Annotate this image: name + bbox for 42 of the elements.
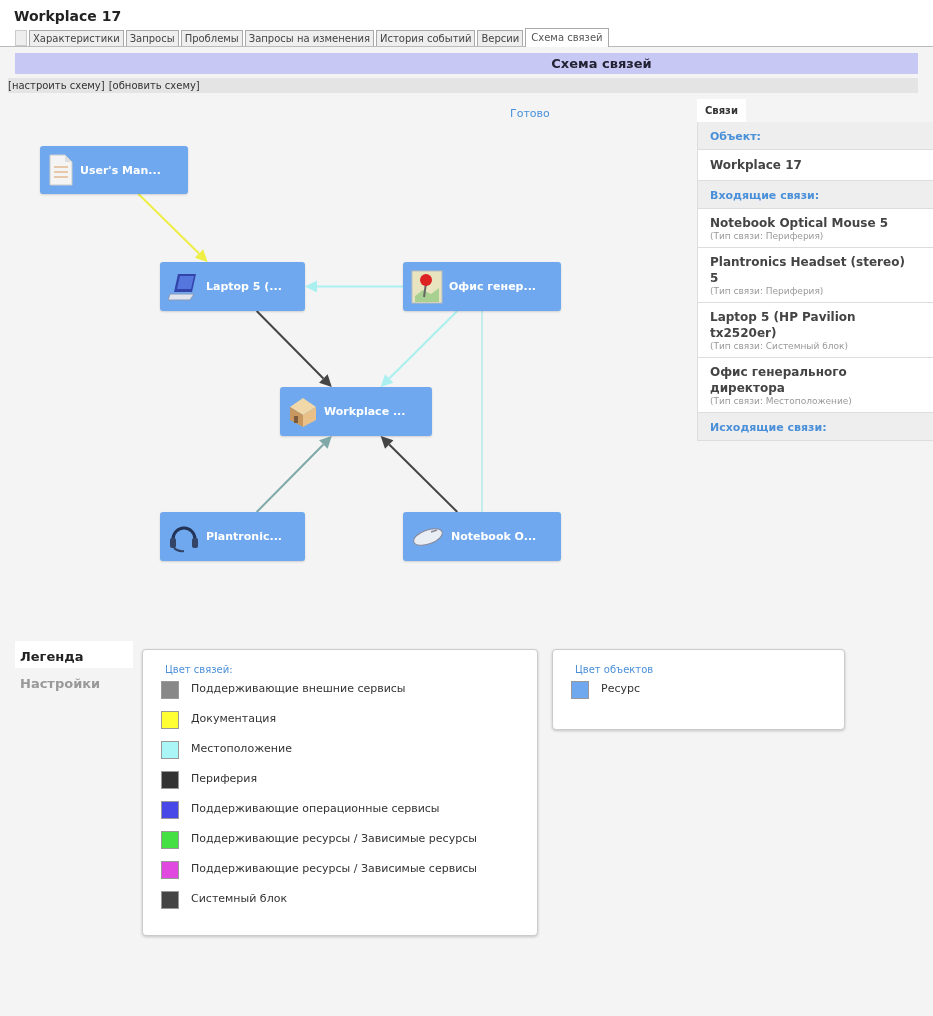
house-icon xyxy=(288,395,318,428)
tab[interactable]: Схема связей xyxy=(525,28,609,47)
section-heading: Объект: xyxy=(698,122,933,150)
legend-label: Периферия xyxy=(191,771,259,787)
legend-heading: Цвет объектов xyxy=(575,664,655,675)
relation-name[interactable]: Офис генерального директора xyxy=(710,364,921,396)
legend-label: Поддерживающие ресурсы / Зависимые сервисы xyxy=(191,861,479,877)
tab[interactable]: Версии xyxy=(477,30,524,46)
mouse-icon xyxy=(411,525,445,548)
legend-label: Местоположение xyxy=(191,741,293,757)
legend-label: Системный блок xyxy=(191,891,289,907)
tab[interactable]: Характеристики xyxy=(29,30,124,46)
tab[interactable]: Запросы xyxy=(125,30,179,46)
relation-type: (Тип связи: Периферия) xyxy=(710,286,825,296)
relation-type: (Тип связи: Системный блок) xyxy=(710,341,849,351)
relation-type: (Тип связи: Местоположение) xyxy=(710,396,853,406)
window-title: Workplace 17 xyxy=(0,0,933,26)
legend-label: Поддерживающие ресурсы / Зависимые ресурсы xyxy=(191,831,478,847)
map-pin-icon xyxy=(411,269,443,304)
tab-scroll-stub xyxy=(15,30,27,46)
section-title: Схема связей xyxy=(551,56,652,71)
panel-tab[interactable]: Связи xyxy=(697,99,746,122)
tab[interactable]: Проблемы xyxy=(180,30,243,46)
toolbar-link[interactable]: [обновить схему] xyxy=(108,80,200,91)
tab[interactable]: История событий xyxy=(376,30,476,46)
relation-name[interactable]: Plantronics Headset (stereo) 5 xyxy=(710,254,921,286)
side-tab[interactable]: Легенда xyxy=(15,641,133,668)
legend-heading: Цвет связей: xyxy=(165,664,234,675)
legend-label: Ресурс xyxy=(601,681,640,697)
legend-label: Поддерживающие операционные сервисы xyxy=(191,801,441,817)
section-heading: Входящие связи: xyxy=(698,181,933,209)
relation-type: (Тип связи: Периферия) xyxy=(710,231,825,241)
section-heading: Исходящие связи: xyxy=(698,413,933,441)
legend-label: Поддерживающие внешние сервисы xyxy=(191,681,407,697)
relation-name[interactable]: Laptop 5 (HP Pavilion tx2520er) xyxy=(710,309,921,341)
legend-label: Документация xyxy=(191,711,278,727)
relation-name[interactable]: Notebook Optical Mouse 5 xyxy=(710,215,921,231)
document-icon xyxy=(48,154,74,186)
object-name: Workplace 17 xyxy=(698,150,933,181)
tab[interactable]: Запросы на изменения xyxy=(244,30,374,46)
toolbar-link[interactable]: [настроить схему] xyxy=(8,80,105,91)
status-text: Готово xyxy=(510,107,550,120)
